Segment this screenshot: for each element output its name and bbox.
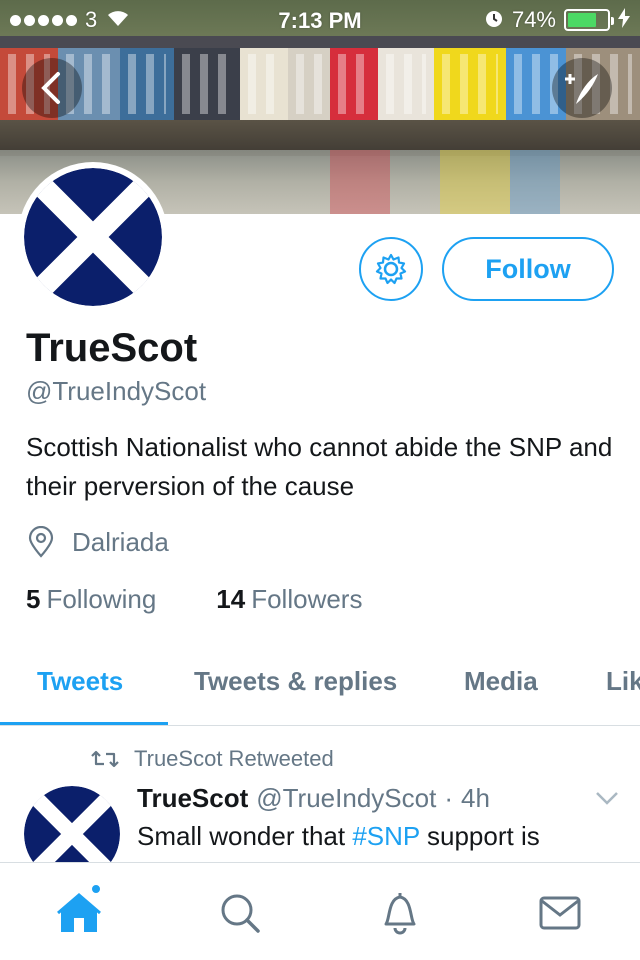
profile-tabs: Tweets Tweets & replies Media Likes (0, 654, 640, 726)
messages-tab[interactable] (536, 889, 584, 937)
profile-location: Dalriada (26, 526, 169, 558)
following-link[interactable]: 5 Following (26, 584, 156, 615)
tweet-author-name[interactable]: TrueScot (137, 783, 248, 814)
clock: 7:13 PM (278, 8, 362, 33)
bell-icon (384, 893, 416, 935)
profile-display-name: TrueScot (26, 326, 198, 370)
profile-bio: Scottish Nationalist who cannot abide th… (26, 432, 613, 501)
settings-button[interactable] (359, 237, 423, 301)
hashtag-link[interactable]: #SNP (352, 821, 419, 851)
tweet-menu-button[interactable] (594, 790, 620, 811)
compose-tweet-button[interactable] (552, 58, 612, 118)
tweet-header: TrueScot @TrueIndyScot · 4h (137, 783, 490, 814)
active-tab-indicator (0, 722, 168, 725)
home-notification-dot (90, 883, 102, 895)
tab-tweets-and-replies[interactable]: Tweets & replies (194, 666, 397, 697)
retweet-context: TrueScot Retweeted (90, 746, 334, 772)
tab-tweets[interactable]: Tweets (37, 666, 123, 697)
follow-counts: 5 Following 14 Followers (26, 584, 362, 615)
following-count: 5 (26, 584, 41, 614)
search-tab[interactable] (216, 889, 264, 937)
location-pin-icon (28, 526, 54, 558)
retweet-label: TrueScot Retweeted (134, 746, 334, 771)
gear-icon (375, 253, 407, 285)
back-button[interactable] (22, 58, 82, 118)
profile-handle: @TrueIndyScot (26, 376, 207, 406)
tweet-text-start: Small wonder that (137, 821, 353, 851)
chevron-down-icon (596, 792, 618, 805)
following-label: Following (46, 584, 157, 614)
battery-icon (564, 9, 614, 31)
followers-link[interactable]: 14 Followers (216, 584, 362, 615)
retweet-icon (91, 750, 119, 768)
saltire-flag-image (24, 168, 162, 306)
bottom-tab-bar (0, 862, 640, 960)
home-tab[interactable] (55, 889, 103, 937)
tab-likes[interactable]: Likes (606, 666, 640, 697)
envelope-icon (539, 896, 581, 930)
followers-count: 14 (216, 584, 246, 614)
notifications-tab[interactable] (376, 889, 424, 937)
follow-button[interactable]: Follow (442, 237, 614, 301)
chevron-left-icon (41, 72, 60, 104)
tweet-age: 4h (460, 783, 490, 813)
followers-label: Followers (251, 584, 363, 614)
tweet-text-end: support is (419, 821, 540, 851)
location-label: Dalriada (72, 526, 169, 557)
search-icon (221, 894, 260, 933)
tweet-author-handle: @TrueIndyScot (256, 783, 437, 813)
tweet-text: Small wonder that #SNP support is (137, 821, 540, 852)
tab-media[interactable]: Media (464, 666, 538, 697)
status-bar: 3 7:13 PM 74% (0, 0, 640, 40)
tweet-separator: · (444, 783, 453, 813)
compose-icon (565, 74, 598, 104)
profile-avatar[interactable] (18, 162, 168, 312)
home-icon (57, 893, 101, 932)
